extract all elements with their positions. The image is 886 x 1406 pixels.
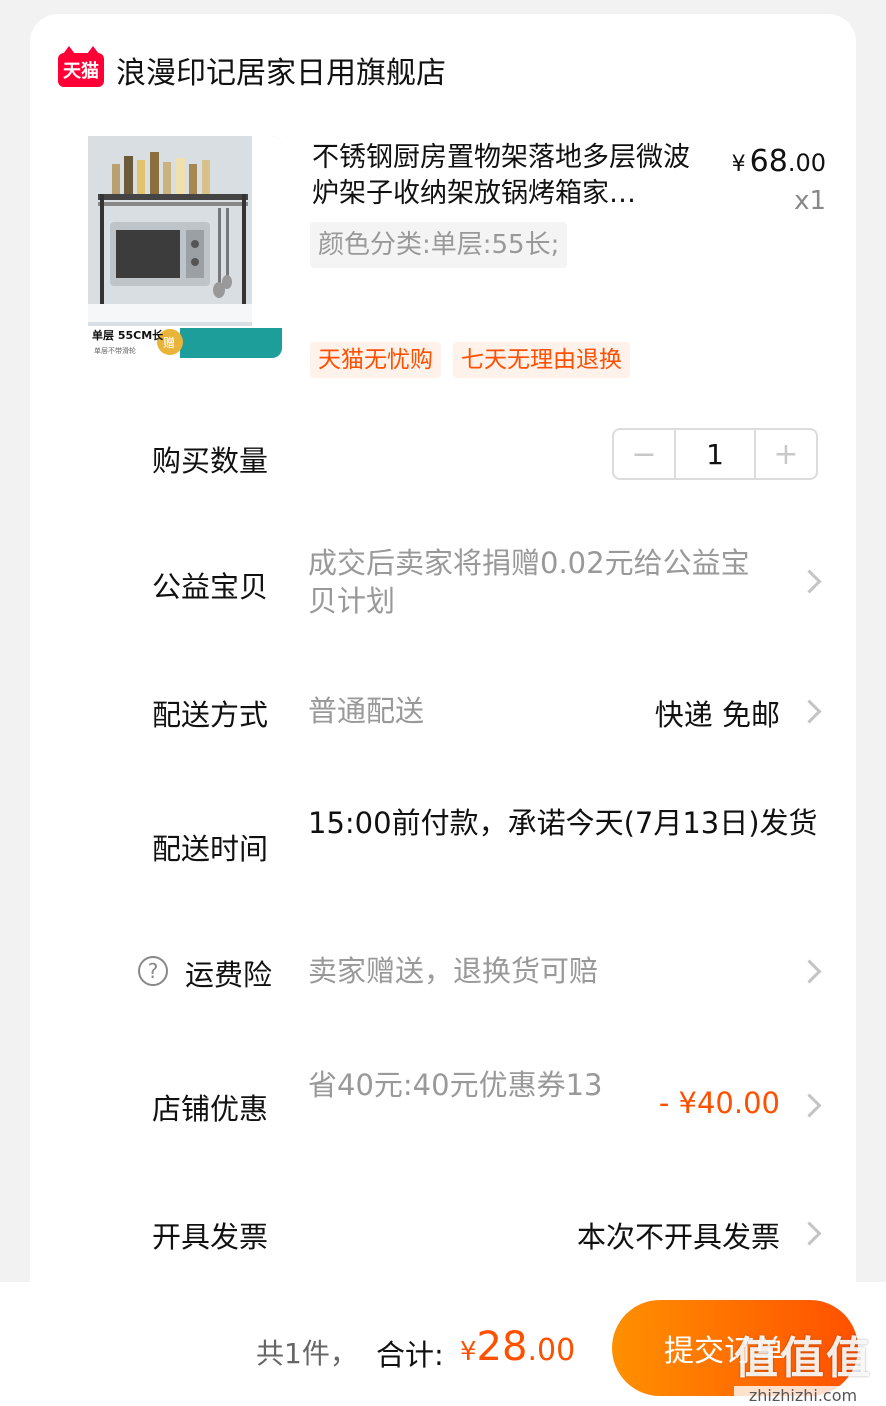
delivery-time-row: 配送时间 15:00前付款，承诺今天(7月13日)发货 — [30, 804, 856, 884]
sku-tag[interactable]: 颜色分类:单层:55长; — [310, 222, 568, 268]
store-discount-amount: - ¥40.00 — [658, 1086, 780, 1120]
product-price-dec: .00 — [787, 149, 826, 177]
total-label: 合计: — [376, 1338, 444, 1372]
insurance-value: 卖家赠送，退换货可赔 — [308, 954, 599, 988]
quantity-label: 购买数量 — [152, 444, 269, 478]
shipping-option: 快递 免邮 — [654, 698, 780, 732]
charity-value: 成交后卖家将捐赠0.02元给公益宝贝计划 — [308, 546, 750, 618]
chevron-right-icon — [797, 1221, 822, 1246]
total-price: ¥28.00 — [460, 1324, 575, 1370]
product-quantity: x1 — [794, 186, 826, 216]
insurance-row[interactable]: ? 运费险 卖家赠送，退换货可赔 — [30, 952, 856, 992]
charity-label: 公益宝贝 — [152, 570, 269, 604]
increase-button[interactable]: + — [756, 430, 816, 478]
insurance-label: 运费险 — [185, 958, 273, 992]
store-discount-value: 省40元:40元优惠券13 — [308, 1068, 603, 1102]
store-name[interactable]: 浪漫印记居家日用旗舰店 — [116, 48, 446, 92]
decrease-button[interactable]: − — [614, 430, 674, 478]
product-title[interactable]: 不锈钢厨房置物架落地多层微波炉架子收纳架放锅烤箱家… — [312, 140, 712, 212]
shipping-label: 配送方式 — [152, 698, 269, 732]
chevron-right-icon — [797, 699, 822, 724]
product-price-symbol: ¥ — [731, 152, 746, 177]
quantity-input[interactable]: 1 — [674, 430, 756, 478]
order-card: 天猫 浪漫印记居家日用旗舰店 赠 单层 55CM长 单层不带滑轮 不锈钢厨房置物… — [30, 14, 856, 1306]
shipping-value: 普通配送 — [308, 694, 425, 728]
store-header[interactable]: 天猫 浪漫印记居家日用旗舰店 — [58, 46, 446, 92]
product-image-caption-sub: 单层不带滑轮 — [94, 346, 136, 355]
product-price-int: 68 — [749, 144, 788, 179]
invoice-value: 本次不开具发票 — [576, 1220, 780, 1254]
charity-row[interactable]: 公益宝贝 成交后卖家将捐赠0.02元给公益宝贝计划 — [30, 542, 856, 622]
store-discount-label: 店铺优惠 — [152, 1092, 269, 1126]
service-tag-seven-day-return[interactable]: 七天无理由退换 — [453, 342, 630, 378]
total-price-int: 28 — [476, 1324, 528, 1370]
quantity-stepper[interactable]: − 1 + — [612, 428, 818, 480]
product-image[interactable]: 赠 单层 55CM长 单层不带滑轮 — [58, 136, 282, 358]
service-tags: 天猫无忧购 七天无理由退换 — [310, 342, 630, 378]
service-tag-worry-free[interactable]: 天猫无忧购 — [310, 342, 441, 378]
watermark-logo: 值值值 — [734, 1333, 872, 1384]
total-price-dec: .00 — [527, 1333, 576, 1368]
store-discount-row[interactable]: 店铺优惠 省40元:40元优惠券13 - ¥40.00 — [30, 1066, 856, 1146]
chevron-right-icon — [797, 569, 822, 594]
chevron-right-icon — [797, 959, 822, 984]
total-price-symbol: ¥ — [460, 1337, 477, 1367]
tmall-logo: 天猫 — [58, 46, 104, 87]
watermark-url: zhizhizhi.com — [734, 1386, 872, 1405]
help-icon[interactable]: ? — [138, 956, 168, 986]
chevron-right-icon — [797, 1093, 822, 1118]
delivery-time-value: 15:00前付款，承诺今天(7月13日)发货 — [308, 806, 818, 840]
delivery-time-label: 配送时间 — [152, 832, 269, 866]
product-image-gift: 赠 — [163, 336, 175, 350]
invoice-row[interactable]: 开具发票 本次不开具发票 — [30, 1214, 856, 1254]
item-count: 共1件， — [256, 1337, 358, 1370]
watermark: 值值值 zhizhizhi.com — [734, 1322, 872, 1405]
product-price: ¥68.00 — [732, 144, 826, 179]
invoice-label: 开具发票 — [152, 1220, 269, 1254]
shipping-row[interactable]: 配送方式 普通配送 快递 免邮 — [30, 692, 856, 732]
product-image-caption: 单层 55CM长 — [92, 328, 164, 342]
